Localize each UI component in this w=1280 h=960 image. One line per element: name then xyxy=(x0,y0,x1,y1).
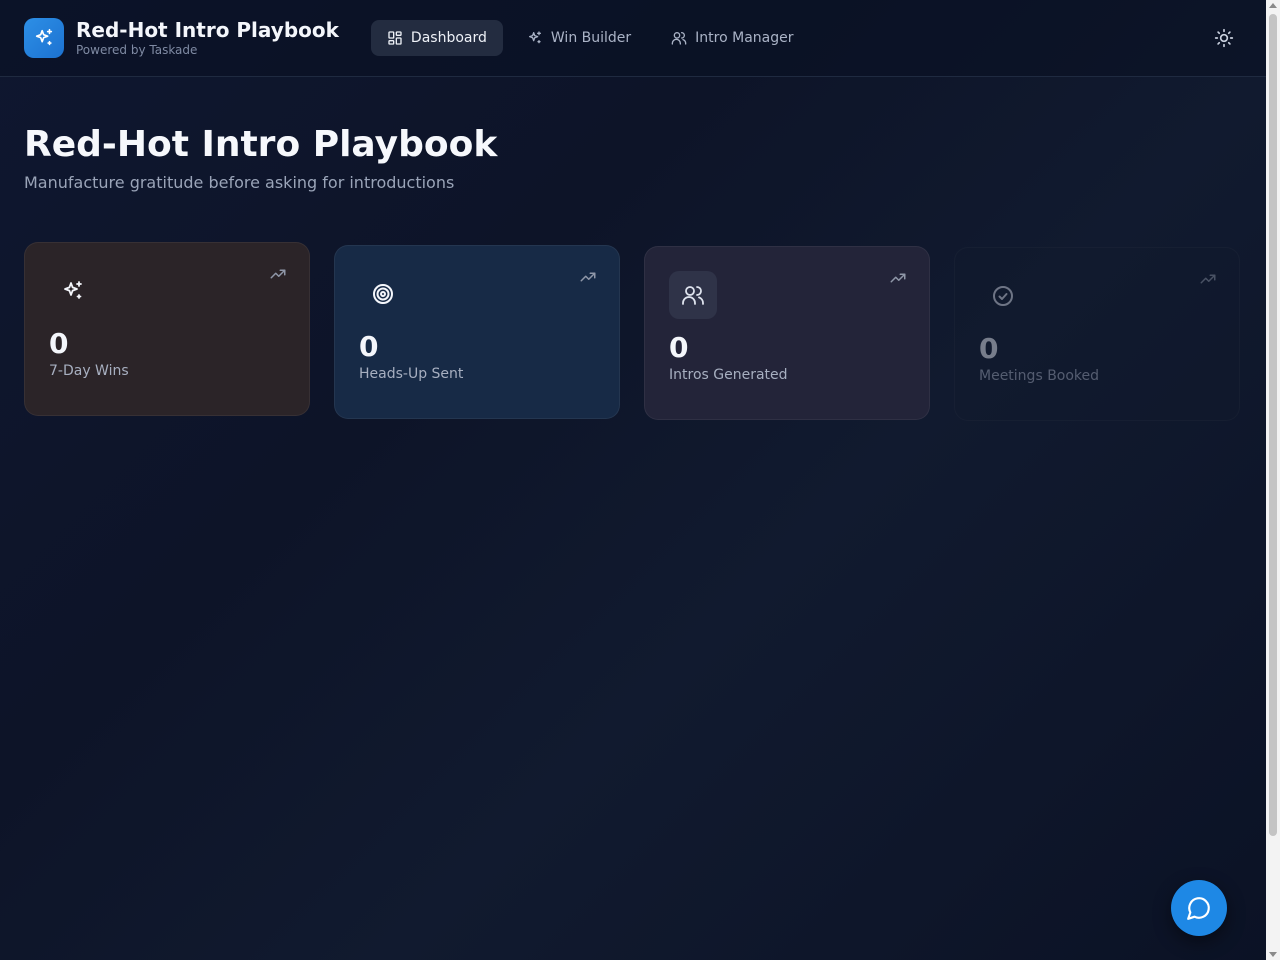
grid-icon xyxy=(388,31,402,45)
app-logo[interactable] xyxy=(24,18,64,58)
stat-card-intros-generated: 0 Intros Generated xyxy=(644,246,930,420)
stat-label: Heads-Up Sent xyxy=(359,366,464,382)
chat-bubble-icon xyxy=(1187,897,1210,920)
nav-dashboard[interactable]: Dashboard xyxy=(370,20,503,56)
stat-icon-wrap xyxy=(49,267,97,315)
sparkles-icon xyxy=(528,31,541,44)
target-icon xyxy=(373,284,393,304)
check-circle-icon xyxy=(993,286,1013,306)
app-root: Red-Hot Intro Playbook Powered by Taskad… xyxy=(0,0,1266,960)
nav-intro-manager-label: Intro Manager xyxy=(695,30,794,46)
stat-value: 0 xyxy=(669,331,689,364)
trending-up-icon xyxy=(580,272,596,282)
scroll-up-arrow[interactable] xyxy=(1269,3,1277,8)
stat-card-heads-up-sent: 0 Heads-Up Sent xyxy=(334,245,620,419)
stats-cards: 0 7-Day Wins 0 Heads-Up Sent 0 Intros Ge… xyxy=(24,242,1242,421)
sparkles-icon xyxy=(64,281,82,299)
main-nav: Dashboard Win Builder Intro Manager xyxy=(370,20,810,56)
stat-icon-wrap xyxy=(669,271,717,319)
stat-card-7-day-wins: 0 7-Day Wins xyxy=(24,242,310,416)
stat-card-meetings-booked: 0 Meetings Booked xyxy=(954,247,1240,421)
page-title: Red-Hot Intro Playbook xyxy=(24,124,498,165)
nav-intro-manager[interactable]: Intro Manager xyxy=(655,20,809,56)
trending-up-icon xyxy=(890,273,906,283)
sun-icon xyxy=(1214,28,1234,48)
stat-label: 7-Day Wins xyxy=(49,363,129,379)
users-icon xyxy=(671,31,687,45)
users-icon xyxy=(682,286,704,305)
app-subtitle: Powered by Taskade xyxy=(76,43,198,57)
top-header: Red-Hot Intro Playbook Powered by Taskad… xyxy=(0,0,1266,77)
brand: Red-Hot Intro Playbook Powered by Taskad… xyxy=(76,18,339,58)
stat-value: 0 xyxy=(979,332,999,365)
stat-label: Meetings Booked xyxy=(979,368,1100,384)
stat-label: Intros Generated xyxy=(669,367,788,383)
stat-icon-wrap xyxy=(979,272,1027,320)
trending-up-icon xyxy=(270,269,286,279)
stat-value: 0 xyxy=(49,327,69,360)
dashboard-main: Red-Hot Intro Playbook Manufacture grati… xyxy=(0,77,1266,421)
stat-value: 0 xyxy=(359,330,379,363)
page-subtitle: Manufacture gratitude before asking for … xyxy=(24,173,455,192)
scroll-thumb[interactable] xyxy=(1269,14,1277,836)
stat-icon-wrap xyxy=(359,270,407,318)
theme-toggle-button[interactable] xyxy=(1206,20,1242,56)
vertical-scrollbar[interactable] xyxy=(1266,0,1280,960)
nav-dashboard-label: Dashboard xyxy=(410,30,487,46)
app-title: Red-Hot Intro Playbook xyxy=(76,18,339,42)
nav-win-builder[interactable]: Win Builder xyxy=(511,20,647,56)
trending-up-icon xyxy=(1200,274,1216,284)
sparkles-icon xyxy=(35,28,53,46)
scroll-down-arrow[interactable] xyxy=(1269,952,1277,957)
nav-win-builder-label: Win Builder xyxy=(550,30,632,46)
chat-button[interactable] xyxy=(1171,880,1227,936)
